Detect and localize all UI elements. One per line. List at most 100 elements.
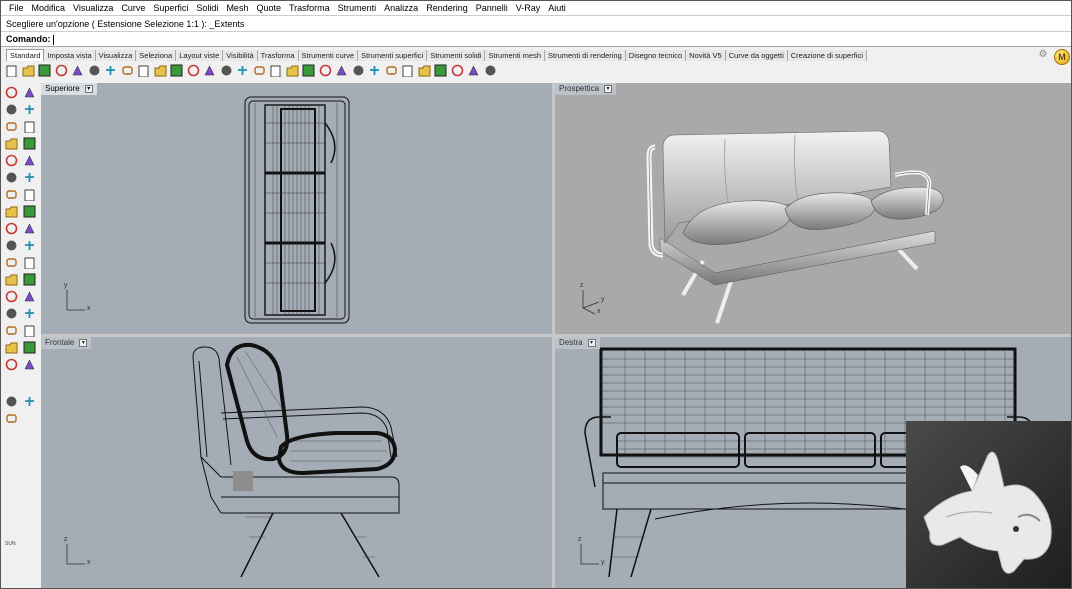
viewport-title-front[interactable]: Frontale ▾ xyxy=(41,337,92,349)
offset-icon[interactable] xyxy=(22,255,37,270)
menu-v-ray[interactable]: V-Ray xyxy=(512,1,545,15)
padlock-icon[interactable] xyxy=(22,357,37,372)
array-icon[interactable] xyxy=(22,289,37,304)
split-icon[interactable] xyxy=(22,238,37,253)
paste-icon[interactable] xyxy=(103,63,118,78)
polyline-icon[interactable] xyxy=(4,102,19,117)
tab-strumenti-solidi[interactable]: Strumenti solidi xyxy=(427,50,486,61)
viewport-menu-arrow-icon[interactable]: ▾ xyxy=(587,339,596,347)
grid-icon[interactable] xyxy=(22,306,37,321)
move-icon[interactable] xyxy=(4,272,19,287)
rotate-view-icon[interactable] xyxy=(153,63,168,78)
car-object-icon[interactable] xyxy=(268,63,283,78)
point-icon[interactable] xyxy=(22,85,37,100)
lock-icon[interactable] xyxy=(334,63,349,78)
tab-seleziona[interactable]: Seleziona xyxy=(136,50,177,61)
freeform-curve-icon[interactable] xyxy=(22,153,37,168)
viewport-menu-arrow-icon[interactable]: ▾ xyxy=(84,85,93,93)
vray-icon[interactable] xyxy=(433,63,448,78)
dimension-icon[interactable] xyxy=(4,289,19,304)
menu-modifica[interactable]: Modifica xyxy=(28,1,70,15)
print-icon[interactable] xyxy=(54,63,69,78)
patch-icon[interactable] xyxy=(22,170,37,185)
bulb-on-icon[interactable] xyxy=(4,340,19,355)
eye-icon[interactable] xyxy=(4,411,19,426)
trim-icon[interactable] xyxy=(4,238,19,253)
rhino-badge-icon[interactable]: M xyxy=(1054,49,1070,65)
light-icon[interactable] xyxy=(22,394,37,409)
spline-icon[interactable] xyxy=(4,153,19,168)
mesh-icon[interactable] xyxy=(4,221,19,236)
tab-strumenti-mesh[interactable]: Strumenti mesh xyxy=(485,50,545,61)
tab-strumenti-superfici[interactable]: Strumenti superfici xyxy=(358,50,428,61)
fillet-icon[interactable] xyxy=(4,255,19,270)
sun-icon[interactable] xyxy=(4,394,19,409)
menu-visualizza[interactable]: Visualizza xyxy=(69,1,117,15)
group-icon[interactable] xyxy=(4,306,19,321)
viewport-title-top[interactable]: Superiore ▾ xyxy=(41,83,97,95)
light-bulb-icon[interactable] xyxy=(318,63,333,78)
gear-icon[interactable] xyxy=(450,63,465,78)
tab-visualizza[interactable]: Visualizza xyxy=(95,50,137,61)
ellipse-icon[interactable] xyxy=(22,119,37,134)
menu-file[interactable]: File xyxy=(5,1,28,15)
menu-curve[interactable]: Curve xyxy=(117,1,149,15)
properties-icon[interactable] xyxy=(301,63,316,78)
import-icon[interactable] xyxy=(70,63,85,78)
tab-layout-viste[interactable]: Layout viste xyxy=(176,50,224,61)
save-icon[interactable] xyxy=(37,63,52,78)
menu-quote[interactable]: Quote xyxy=(252,1,285,15)
menu-solidi[interactable]: Solidi xyxy=(192,1,222,15)
zoom-extents-icon[interactable] xyxy=(202,63,217,78)
text-icon[interactable] xyxy=(22,272,37,287)
lamp-icon[interactable] xyxy=(22,340,37,355)
extrude-icon[interactable] xyxy=(4,204,19,219)
copy-icon[interactable] xyxy=(87,63,102,78)
arc-icon[interactable] xyxy=(4,136,19,151)
menu-strumenti[interactable]: Strumenti xyxy=(334,1,381,15)
tab-curve-da-oggetti[interactable]: Curve da oggetti xyxy=(725,50,788,61)
help-icon[interactable] xyxy=(483,63,498,78)
menu-mesh[interactable]: Mesh xyxy=(222,1,252,15)
tab-standard[interactable]: Standard xyxy=(6,49,45,61)
viewport-perspective[interactable]: Prospettica ▾ z y x xyxy=(555,83,1071,334)
zoom-icon[interactable] xyxy=(169,63,184,78)
open-file-icon[interactable] xyxy=(21,63,36,78)
viewport-title-perspective[interactable]: Prospettica ▾ xyxy=(555,83,617,95)
menu-analizza[interactable]: Analizza xyxy=(380,1,422,15)
tab-strumenti-curve[interactable]: Strumenti curve xyxy=(298,50,359,61)
render-preview-icon[interactable] xyxy=(400,63,415,78)
menu-rendering[interactable]: Rendering xyxy=(422,1,472,15)
tabs-options-icon[interactable]: ⚙ xyxy=(1037,49,1049,61)
viewport-front[interactable]: Frontale ▾ z x xyxy=(41,337,552,588)
material-icon[interactable] xyxy=(351,63,366,78)
render-sphere-icon[interactable] xyxy=(384,63,399,78)
check-icon[interactable] xyxy=(4,323,19,338)
viewport-title-right[interactable]: Destra ▾ xyxy=(555,337,600,349)
bulb-icon[interactable] xyxy=(22,323,37,338)
four-viewports-icon[interactable] xyxy=(252,63,267,78)
grid-snap-icon[interactable] xyxy=(285,63,300,78)
tab-visibilita[interactable]: Visibilità xyxy=(223,50,258,61)
menu-superfici[interactable]: Superfici xyxy=(149,1,192,15)
tab-creazione-di-superfici[interactable]: Creazione di superfici xyxy=(787,50,867,61)
surface-icon[interactable] xyxy=(4,170,19,185)
viewport-menu-arrow-icon[interactable]: ▾ xyxy=(79,339,88,347)
viewport-top[interactable]: Superiore ▾ y x xyxy=(41,83,552,334)
tab-strumenti-di-rendering[interactable]: Strumenti di rendering xyxy=(545,50,626,61)
menu-pannelli[interactable]: Pannelli xyxy=(472,1,512,15)
environment-icon[interactable] xyxy=(417,63,432,78)
options-icon[interactable] xyxy=(466,63,481,78)
explode-icon[interactable] xyxy=(22,221,37,236)
circle-icon[interactable] xyxy=(4,119,19,134)
tab-disegno-tecnico[interactable]: Disegno tecnico xyxy=(625,50,687,61)
tab-trasforma[interactable]: Trasforma xyxy=(257,50,299,61)
pan-icon[interactable] xyxy=(136,63,151,78)
select-arrow-icon[interactable] xyxy=(4,85,19,100)
new-file-icon[interactable] xyxy=(4,63,19,78)
menu-trasforma[interactable]: Trasforma xyxy=(285,1,334,15)
lock-icon[interactable] xyxy=(4,357,19,372)
menu-aiuti[interactable]: Aiuti xyxy=(544,1,570,15)
color-wheel-icon[interactable] xyxy=(367,63,382,78)
command-input[interactable] xyxy=(53,34,354,45)
